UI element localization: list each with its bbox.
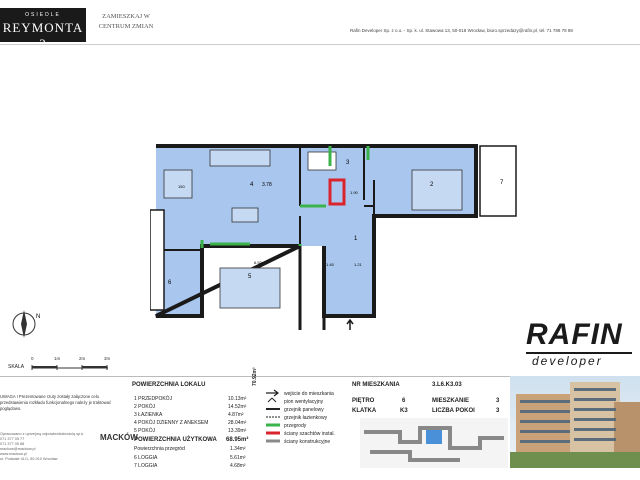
area-total: 70.92m² — [252, 367, 258, 386]
architect-line: ul. Podwale 41/1, 50-010 Wrocław — [0, 457, 58, 461]
header-divider — [0, 44, 640, 45]
extra-label: 7 LOGGIA — [134, 463, 158, 469]
dining-table — [231, 207, 259, 223]
brand-logo: RAFIN — [526, 318, 623, 351]
pokoje-label: LICZBA POKOI — [432, 408, 475, 414]
pietro-label: PIĘTRO — [352, 398, 375, 404]
legend-label: przegrody — [284, 423, 307, 429]
architect-info: Opracowano z uprzejmą odpowiedzialnością… — [0, 432, 100, 462]
mieszkanie-label: MIESZKANIE — [432, 398, 470, 404]
legend-label: grzejnik łazienkowy — [284, 415, 328, 421]
dim-190: 1.90 — [350, 190, 359, 195]
entry-icon — [266, 389, 279, 397]
area-room-label: 1 PRZEDPOKÓJ — [134, 396, 173, 402]
legend-symbols — [266, 389, 280, 443]
area-room-value: 4.87m² — [228, 412, 244, 418]
dim-145: 1.45 — [326, 262, 335, 267]
logo-main-text: REYMONTA 3 — [2, 20, 84, 51]
dim-121: 1.21 — [354, 262, 363, 267]
scale-tick-1: 1m — [54, 356, 61, 361]
partition-label: Powierzchnia przegród — [134, 446, 185, 452]
unit-nr-value: 3.L6.K3.03 — [432, 382, 462, 388]
extra-value: 4.68m² — [230, 463, 246, 469]
pokoje-value: 3 — [496, 408, 500, 414]
legend-label: ściany szachtów instal. — [284, 431, 335, 437]
site-plan-highlight — [426, 430, 442, 444]
brand-sub: developer — [532, 354, 603, 368]
area-room-value: 14.52m² — [228, 404, 247, 410]
room-dim-4: 3.78 — [262, 182, 272, 188]
scale-tick-0: 0 — [31, 356, 34, 361]
logo-top-text: OSIEDLE — [25, 12, 61, 18]
scale-tick-2: 2m — [79, 356, 86, 361]
area-room-label: 4 POKÓJ DZIENNY Z ANEKSEM — [134, 420, 209, 426]
mieszkanie-value: 3 — [496, 398, 500, 404]
slogan: ZAMIESZKAJ W CENTRUM ZMIAN — [98, 13, 154, 30]
dim-652: 6.52 — [254, 260, 263, 265]
disclaimer: UWAGA ! Prezentowane rzuty zostały załąc… — [0, 394, 112, 411]
building-render — [510, 376, 640, 468]
compass-n: N — [36, 314, 40, 320]
legend-label: grzejnik panelowy — [284, 407, 324, 413]
legend-label: wejście do mieszkania — [284, 391, 334, 397]
klatka-label: KLATKA — [352, 408, 377, 414]
loggia-6 — [150, 209, 165, 311]
area-room-value: 10.13m² — [228, 396, 247, 402]
scale-bar — [31, 365, 108, 370]
area-room-label: 3 ŁAZIENKA — [134, 412, 163, 418]
architect-logo: MACKÓW — [100, 433, 138, 442]
unit-nr-label: NR MIESZKANIA — [352, 382, 400, 388]
corridor-walls — [298, 246, 326, 330]
site-plan — [360, 418, 508, 468]
dim-150: 150 — [178, 184, 185, 189]
usable-value: 68.95m² — [226, 437, 249, 443]
loggia-7 — [479, 145, 517, 217]
extra-label: 6 LOGGIA — [134, 455, 158, 461]
bathtub — [307, 151, 337, 171]
legend-label: ściany konstrukcyjne — [284, 439, 331, 445]
area-room-value: 13.39m² — [228, 428, 247, 434]
scale-label: SKALA — [8, 364, 25, 370]
usable-label: POWIERZCHNIA UŻYTKOWA — [134, 437, 217, 443]
compass-icon: N — [12, 310, 40, 338]
pietro-value: 6 — [402, 398, 406, 404]
bed-room2 — [411, 169, 463, 211]
area-room-value: 28.04m² — [228, 420, 247, 426]
extra-value: 5.61m² — [230, 455, 246, 461]
scale-tick-3: 3m — [104, 356, 111, 361]
entry-arrow — [346, 318, 354, 330]
company-info: Rafin Developer Sp. z o.o. - Sp. k. ul. … — [350, 28, 573, 33]
klatka-value: K3 — [400, 408, 408, 414]
logo: OSIEDLE REYMONTA 3 — [0, 8, 86, 51]
kitchen-counter — [209, 149, 271, 167]
floor-plan: 4 3.78 3 2 1 5 6 7 150 6.52 1.45 1.21 1.… — [150, 144, 517, 330]
area-title: POWIERZCHNIA LOKALU — [132, 382, 206, 388]
legend-label: pion wentylacyjny — [284, 399, 324, 405]
vent-icon — [267, 397, 277, 403]
area-room-label: 5 POKÓJ — [134, 428, 156, 434]
partition-value: 1.34m² — [230, 446, 246, 452]
area-room-label: 2 POKÓJ — [134, 404, 156, 410]
